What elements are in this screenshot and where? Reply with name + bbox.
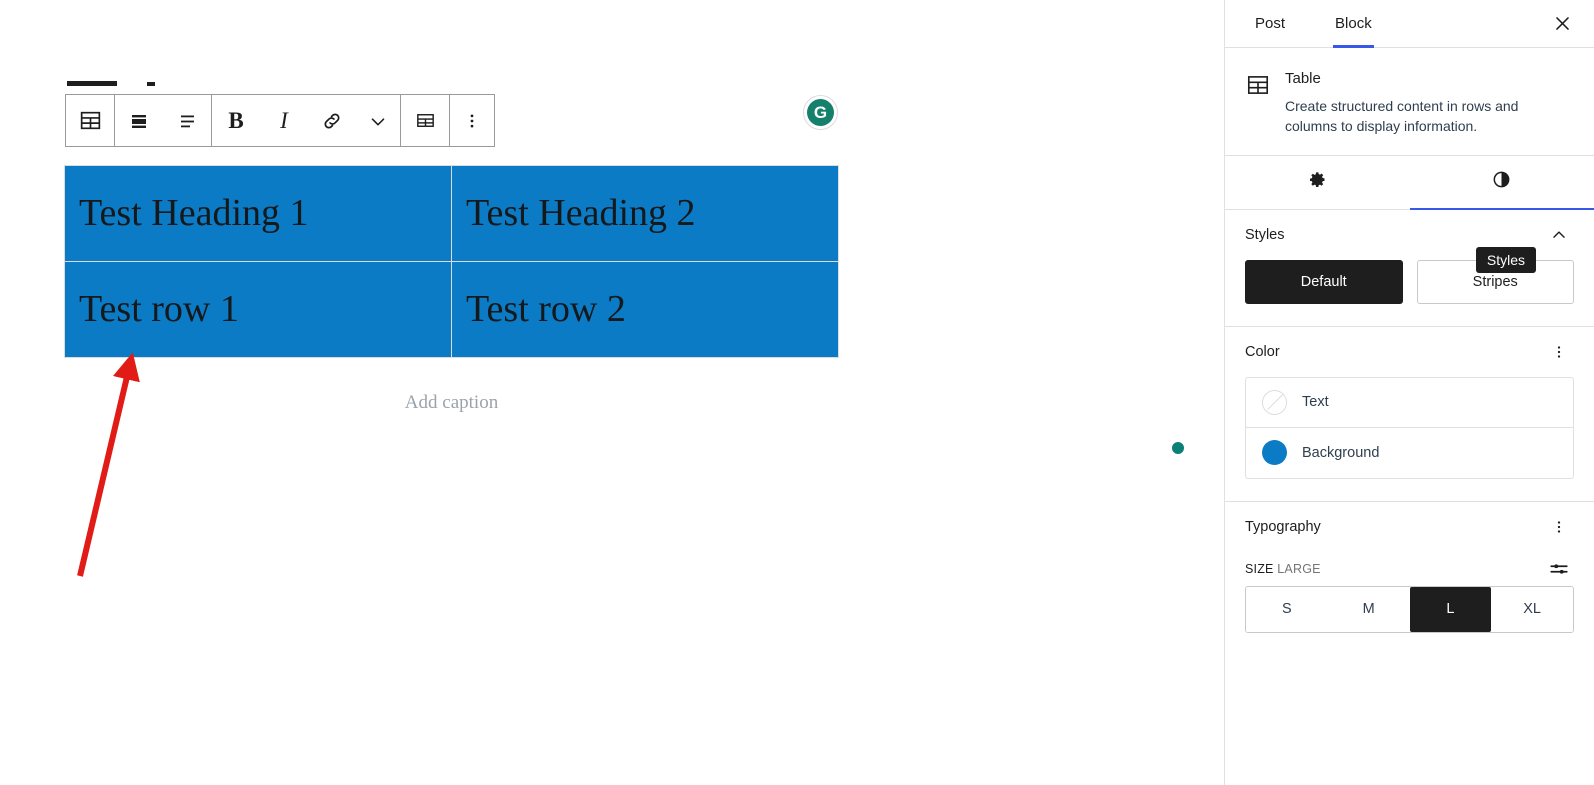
table-icon [1245,70,1271,137]
close-settings-button[interactable] [1546,8,1578,40]
table-cell-1-1[interactable]: Test row 1 [64,261,452,358]
table-header-cell-1[interactable]: Test Heading 1 [64,165,452,262]
color-panel-header: Color [1245,327,1574,377]
color-option-background[interactable]: Background [1246,428,1573,478]
change-alignment-button[interactable] [115,95,163,146]
styles-tooltip: Styles [1475,246,1536,273]
block-type-table-button[interactable] [66,95,114,146]
font-size-value: LARGE [1277,561,1321,576]
block-card-text: Table Create structured content in rows … [1285,70,1547,137]
table-row: Test row 1 Test row 2 [64,261,839,358]
contrast-icon [1491,169,1512,195]
more-rich-text-button[interactable] [356,95,400,146]
editor-screen: B I G Test Heading 1 Test Heading 2 Test… [0,0,1594,785]
font-size-buttons: S M L XL [1245,585,1574,633]
block-card-description: Create structured content in rows and co… [1285,98,1519,135]
style-variation-default[interactable]: Default [1245,259,1403,304]
font-size-l[interactable]: L [1409,586,1492,632]
table-caption-input[interactable]: Add caption [64,392,839,414]
edit-table-button[interactable] [401,95,449,146]
block-card: Table Create structured content in rows … [1225,48,1594,156]
background-color-swatch [1262,440,1287,466]
font-size-custom-button[interactable] [1544,554,1574,584]
styles-panel-collapse-button[interactable] [1544,220,1574,250]
toolbar-group-format: B I [212,95,401,146]
tab-block[interactable]: Block [1321,0,1386,48]
typography-panel-title: Typography [1245,518,1321,535]
font-size-xl[interactable]: XL [1491,586,1573,632]
styles-panel-title: Styles [1245,226,1285,243]
color-panel-title: Color [1245,343,1280,360]
font-size-row: SIZE LARGE [1245,552,1574,586]
font-size-key: SIZE [1245,561,1274,576]
toolbar-top-stub-secondary [147,82,155,86]
color-panel-options-button[interactable] [1544,337,1574,367]
font-size-label: SIZE LARGE [1245,562,1321,576]
table-row: Test Heading 1 Test Heading 2 [64,165,839,262]
typography-panel-header: Typography [1245,502,1574,552]
editor-canvas: B I G Test Heading 1 Test Heading 2 Test… [0,0,1224,785]
toolbar-group-options [450,95,494,146]
table-block[interactable]: Test Heading 1 Test Heading 2 Test row 1… [64,165,839,358]
sidebar-icon-tabs [1225,156,1594,210]
table-cell-1-2[interactable]: Test row 2 [451,261,839,358]
color-option-text-label: Text [1302,394,1329,411]
tab-settings[interactable] [1225,156,1410,209]
typography-panel-options-button[interactable] [1544,512,1574,542]
grammarly-button[interactable]: G [803,95,838,130]
toolbar-top-stub [67,81,117,86]
bold-icon: B [228,108,244,133]
text-color-swatch [1262,389,1287,415]
link-button[interactable] [308,95,356,146]
font-size-s[interactable]: S [1246,586,1328,632]
tab-styles[interactable] [1409,156,1594,210]
block-settings-sidebar: Post Block Table Create structured conte… [1224,0,1594,785]
sidebar-tabs: Post Block [1225,0,1594,48]
table-head: Test Heading 1 Test Heading 2 [64,165,839,262]
color-options-list: Text Background [1245,376,1574,479]
grammarly-status-dot[interactable] [1172,442,1184,454]
toolbar-group-edittable [401,95,450,146]
grammarly-icon: G [807,99,834,126]
font-size-m[interactable]: M [1327,586,1410,632]
table-body: Test row 1 Test row 2 [64,261,839,358]
italic-icon: I [280,108,288,133]
gear-icon [1307,169,1328,195]
block-toolbar: B I [65,94,495,147]
italic-button[interactable]: I [260,95,308,146]
table-header-cell-2[interactable]: Test Heading 2 [451,165,839,262]
tab-post[interactable]: Post [1241,0,1299,47]
color-panel: Color Text Background [1225,327,1594,502]
color-option-background-label: Background [1302,444,1380,461]
color-option-text[interactable]: Text [1246,378,1573,428]
toolbar-group-blocktype [66,95,115,146]
block-options-button[interactable] [450,95,494,146]
align-text-button[interactable] [163,95,211,146]
bold-button[interactable]: B [212,95,260,146]
typography-panel: Typography SIZE LARGE S M L XL [1225,502,1594,655]
toolbar-group-align [115,95,212,146]
styles-panel: Styles Styles Default Stripes [1225,210,1594,327]
block-card-title: Table [1285,70,1321,87]
